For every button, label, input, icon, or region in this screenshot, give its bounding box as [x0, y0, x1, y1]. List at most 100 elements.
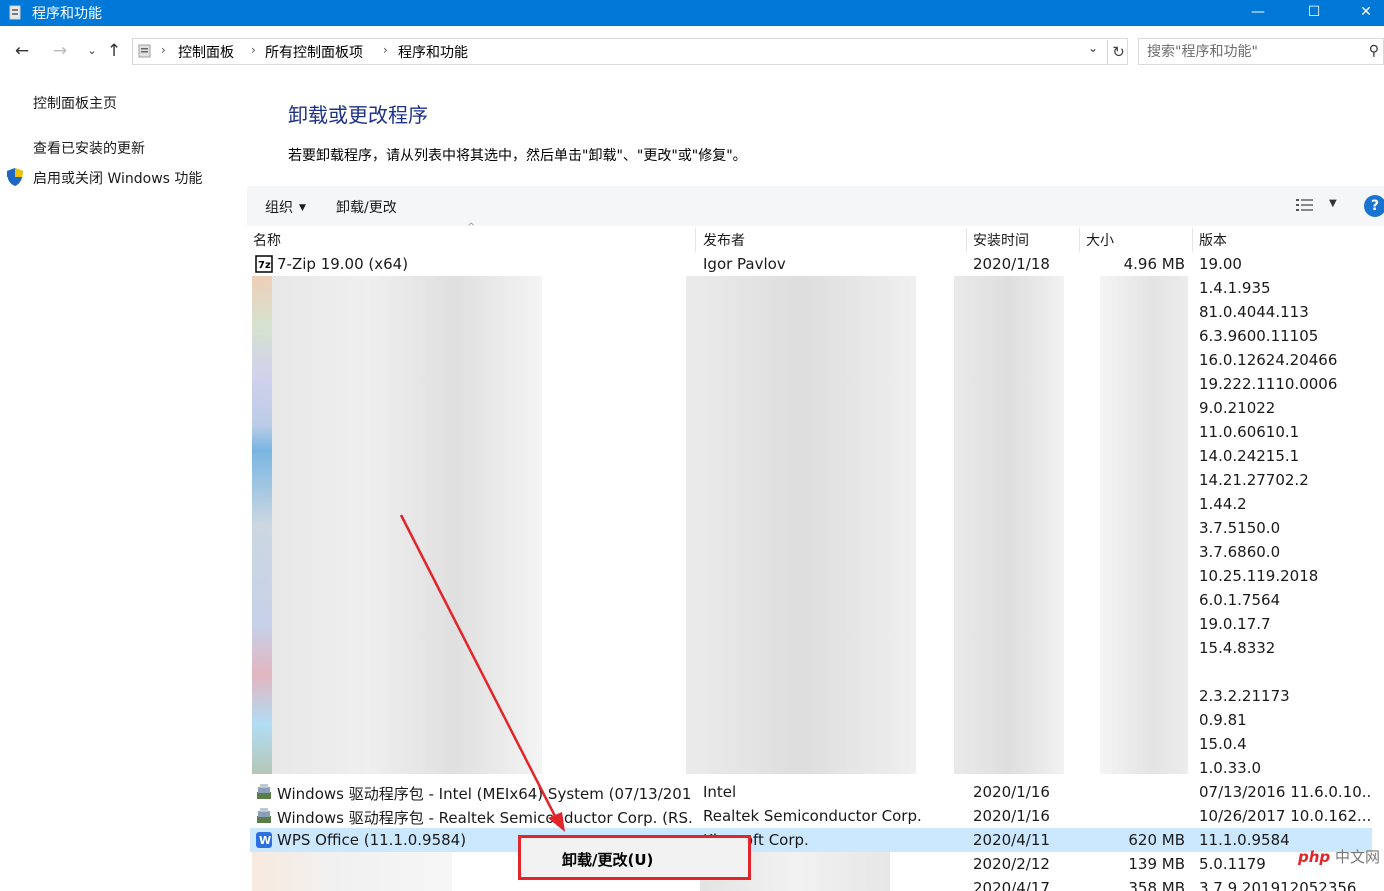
program-version: 1.44.2 — [1199, 495, 1247, 513]
context-menu: 卸载/更改(U) — [518, 835, 751, 880]
maximize-button[interactable]: ☐ — [1291, 0, 1337, 26]
breadcrumb-separator-icon: › — [161, 43, 166, 57]
obscured-dates — [954, 276, 1064, 774]
column-size[interactable]: 大小 — [1086, 230, 1114, 252]
column-publisher[interactable]: 发布者 — [703, 230, 745, 252]
program-size: 4.96 MB — [1123, 255, 1185, 273]
obscured-publishers — [686, 276, 916, 774]
column-divider[interactable] — [966, 228, 967, 252]
program-publisher: Intel — [703, 783, 737, 801]
program-publisher: Igor Pavlov — [703, 255, 786, 273]
address-bar[interactable]: › 控制面板 › 所有控制面板项 › 程序和功能 ⌄ ↻ — [132, 38, 1128, 65]
program-version: 81.0.4044.113 — [1199, 303, 1309, 321]
program-version: 19.00 — [1199, 255, 1242, 273]
program-version: 19.0.17.7 — [1199, 615, 1271, 633]
column-header: ^ 名称 发布者 安装时间 大小 版本 — [247, 222, 1384, 252]
program-installed: 2020/2/12 — [973, 855, 1050, 873]
program-publisher: Realtek Semiconductor Corp. — [703, 807, 922, 825]
organize-dropdown-icon: ▼ — [299, 203, 306, 213]
search-input[interactable] — [1139, 39, 1349, 64]
program-version: 15.4.8332 — [1199, 639, 1276, 657]
sort-ascending-icon: ^ — [467, 222, 476, 233]
column-divider[interactable] — [1079, 228, 1080, 252]
program-name: Windows 驱动程序包 - Intel (MEIx64) System (0… — [277, 785, 693, 803]
program-version: 07/13/2016 11.6.0.10... — [1199, 783, 1372, 801]
breadcrumb-control-panel[interactable]: 控制面板 — [178, 42, 234, 62]
program-version: 0.9.81 — [1199, 711, 1247, 729]
view-dropdown-icon[interactable]: ▼ — [1329, 198, 1337, 209]
search-box[interactable]: ⚲ — [1138, 38, 1384, 65]
driver-package-icon — [257, 808, 271, 823]
obscured-names — [252, 852, 452, 891]
address-dropdown-icon[interactable]: ⌄ — [1088, 41, 1098, 55]
column-version[interactable]: 版本 — [1199, 230, 1227, 252]
watermark: php 中文网 — [1298, 846, 1380, 867]
program-version: 9.0.21022 — [1199, 399, 1276, 417]
program-version: 15.0.4 — [1199, 735, 1247, 753]
page-description: 若要卸载程序，请从列表中将其选中，然后单击"卸载"、"更改"或"修复"。 — [288, 148, 747, 164]
obscured-sizes — [1100, 276, 1188, 774]
obscured-icons — [252, 276, 272, 774]
breadcrumb-separator-icon: › — [383, 43, 388, 57]
program-version: 11.0.60610.1 — [1199, 423, 1300, 441]
obscured-names — [252, 276, 542, 774]
svg-text:7z: 7z — [258, 260, 271, 271]
breadcrumb-all-items[interactable]: 所有控制面板项 — [265, 42, 363, 62]
refresh-icon[interactable]: ↻ — [1107, 40, 1129, 64]
sidebar-item-installed-updates[interactable]: 查看已安装的更新 — [33, 138, 145, 158]
program-size: 358 MB — [1128, 879, 1185, 891]
help-icon[interactable]: ? — [1364, 195, 1384, 217]
view-details-icon[interactable] — [1295, 197, 1315, 215]
program-version: 16.0.12624.20466 — [1199, 351, 1338, 369]
program-version: 3.7.5150.0 — [1199, 519, 1281, 537]
program-version: 10.25.119.2018 — [1199, 567, 1319, 585]
recent-locations-chevron-icon[interactable]: ⌄ — [80, 39, 104, 63]
breadcrumb-programs[interactable]: 程序和功能 — [398, 42, 468, 62]
programs-app-icon — [9, 5, 21, 20]
search-icon[interactable]: ⚲ — [1369, 43, 1379, 59]
watermark-brand: php — [1298, 848, 1331, 866]
organize-button[interactable]: 组织 ▼ — [265, 197, 306, 217]
program-name: 7-Zip 19.00 (x64) — [277, 255, 409, 273]
table-row[interactable]: Windows 驱动程序包 - Realtek Semiconductor Co… — [250, 804, 1372, 828]
organize-label: 组织 — [265, 200, 293, 216]
uninstall-change-button[interactable]: 卸载/更改 — [336, 197, 397, 217]
program-version: 1.0.33.0 — [1199, 759, 1262, 777]
program-installed: 2020/1/16 — [973, 783, 1050, 801]
column-installed-on[interactable]: 安装时间 — [973, 230, 1029, 252]
program-installed: 2020/4/17 — [973, 879, 1050, 891]
table-row-selected[interactable]: W WPS Office (11.1.0.9584) Kingsoft Corp… — [250, 828, 1372, 852]
column-name[interactable]: 名称 — [253, 230, 281, 252]
table-row[interactable]: Windows 驱动程序包 - Intel (MEIx64) System (0… — [250, 780, 1372, 804]
driver-package-icon — [257, 784, 271, 799]
column-divider[interactable] — [695, 228, 696, 252]
program-version: 6.0.1.7564 — [1199, 591, 1281, 609]
program-installed: 2020/1/16 — [973, 807, 1050, 825]
program-version: 1.4.1.935 — [1199, 279, 1271, 297]
watermark-suffix: 中文网 — [1334, 848, 1380, 866]
sidebar-item-control-panel-home[interactable]: 控制面板主页 — [33, 93, 117, 113]
sidebar-item-windows-features[interactable]: 启用或关闭 Windows 功能 — [33, 168, 202, 188]
page-title: 卸载或更改程序 — [288, 103, 428, 127]
window-title: 程序和功能 — [32, 6, 102, 22]
context-menu-uninstall-change[interactable]: 卸载/更改(U) — [562, 849, 653, 870]
table-row[interactable]: 7z 7-Zip 19.00 (x64) Igor Pavlov 2020/1/… — [250, 252, 1372, 276]
minimize-button[interactable]: — — [1235, 0, 1281, 26]
shield-icon — [7, 168, 23, 186]
program-version: 14.0.24215.1 — [1199, 447, 1300, 465]
program-version: 19.222.1110.0006 — [1199, 375, 1338, 393]
program-version: 2.3.2.21173 — [1199, 687, 1290, 705]
program-version: 10/26/2017 10.0.162... — [1199, 807, 1372, 825]
command-toolbar: 组织 ▼ 卸载/更改 ▼ ? — [247, 186, 1384, 226]
up-arrow-icon[interactable]: ↑ — [102, 39, 126, 63]
forward-arrow-icon[interactable]: → — [48, 39, 72, 63]
title-bar: 程序和功能 — ☐ ✕ — [0, 0, 1384, 26]
program-name: Windows 驱动程序包 - Realtek Semiconductor Co… — [277, 809, 693, 827]
wps-office-icon: W — [256, 832, 272, 848]
program-size: 139 MB — [1128, 855, 1185, 873]
close-button[interactable]: ✕ — [1343, 0, 1384, 26]
program-version: 14.21.27702.2 — [1199, 471, 1309, 489]
back-arrow-icon[interactable]: ← — [10, 39, 34, 63]
column-divider[interactable] — [1192, 228, 1193, 252]
program-version: 3.7.6860.0 — [1199, 543, 1281, 561]
